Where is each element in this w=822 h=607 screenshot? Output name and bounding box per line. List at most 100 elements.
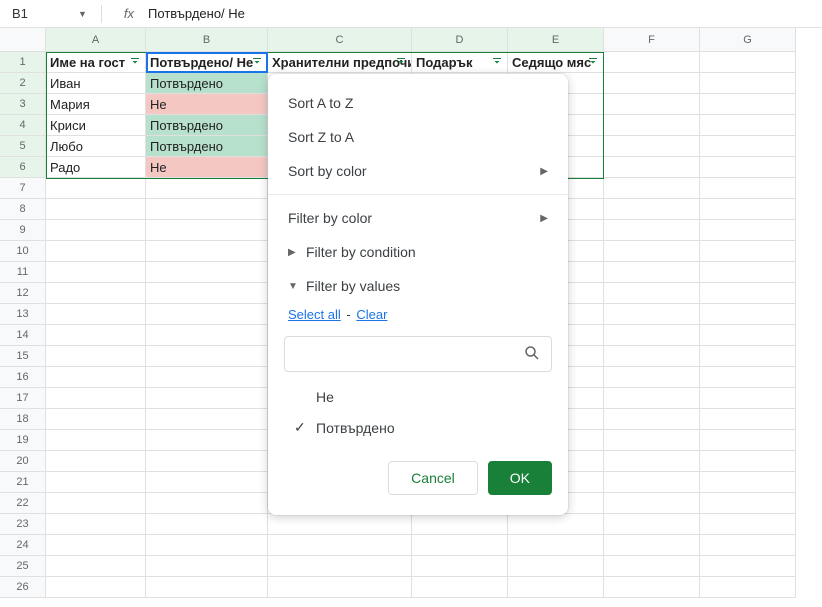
cell-F21[interactable] [604, 472, 700, 493]
cell-G21[interactable] [700, 472, 796, 493]
cell-F24[interactable] [604, 535, 700, 556]
row-header-8[interactable]: 8 [0, 199, 46, 220]
cell-B12[interactable] [146, 283, 268, 304]
cell-B19[interactable] [146, 430, 268, 451]
cell-F11[interactable] [604, 262, 700, 283]
cell-F17[interactable] [604, 388, 700, 409]
cell-B13[interactable] [146, 304, 268, 325]
filter-icon[interactable] [127, 54, 143, 70]
cell-B18[interactable] [146, 409, 268, 430]
cell-G10[interactable] [700, 241, 796, 262]
cell-A18[interactable] [46, 409, 146, 430]
cell-G6[interactable] [700, 157, 796, 178]
cell-B24[interactable] [146, 535, 268, 556]
cell-A25[interactable] [46, 556, 146, 577]
row-header-15[interactable]: 15 [0, 346, 46, 367]
row-header-23[interactable]: 23 [0, 514, 46, 535]
filter-by-color[interactable]: Filter by color ▶ [268, 201, 568, 235]
cell-B17[interactable] [146, 388, 268, 409]
cell-C1[interactable]: Хранителни предпочита [268, 52, 412, 73]
row-header-26[interactable]: 26 [0, 577, 46, 598]
name-box[interactable]: B1 [8, 4, 68, 23]
cell-A3[interactable]: Мария [46, 94, 146, 115]
filter-icon[interactable] [585, 54, 601, 70]
cell-G11[interactable] [700, 262, 796, 283]
name-box-dropdown-icon[interactable]: ▼ [78, 9, 87, 19]
cell-G9[interactable] [700, 220, 796, 241]
cancel-button[interactable]: Cancel [388, 461, 478, 495]
clear-link[interactable]: Clear [356, 307, 387, 322]
row-header-2[interactable]: 2 [0, 73, 46, 94]
row-header-21[interactable]: 21 [0, 472, 46, 493]
cell-A13[interactable] [46, 304, 146, 325]
sort-by-color[interactable]: Sort by color ▶ [268, 154, 568, 188]
row-header-1[interactable]: 1 [0, 52, 46, 73]
cell-G13[interactable] [700, 304, 796, 325]
cell-C24[interactable] [268, 535, 412, 556]
column-header-D[interactable]: D [412, 28, 508, 52]
filter-icon[interactable] [393, 54, 409, 70]
cell-A2[interactable]: Иван [46, 73, 146, 94]
cell-A22[interactable] [46, 493, 146, 514]
cell-F23[interactable] [604, 514, 700, 535]
cell-D23[interactable] [412, 514, 508, 535]
cell-A11[interactable] [46, 262, 146, 283]
cell-G2[interactable] [700, 73, 796, 94]
cell-B4[interactable]: Потвърдено [146, 115, 268, 136]
cell-F10[interactable] [604, 241, 700, 262]
cell-A23[interactable] [46, 514, 146, 535]
row-header-9[interactable]: 9 [0, 220, 46, 241]
cell-A26[interactable] [46, 577, 146, 598]
cell-F16[interactable] [604, 367, 700, 388]
cell-B2[interactable]: Потвърдено [146, 73, 268, 94]
filter-icon[interactable] [249, 54, 265, 70]
cell-F4[interactable] [604, 115, 700, 136]
row-header-14[interactable]: 14 [0, 325, 46, 346]
cell-F5[interactable] [604, 136, 700, 157]
cell-F1[interactable] [604, 52, 700, 73]
cell-B21[interactable] [146, 472, 268, 493]
filter-icon[interactable] [489, 54, 505, 70]
cell-G14[interactable] [700, 325, 796, 346]
cell-A6[interactable]: Радо [46, 157, 146, 178]
cell-B8[interactable] [146, 199, 268, 220]
select-all-link[interactable]: Select all [288, 307, 341, 322]
cell-B3[interactable]: Не [146, 94, 268, 115]
column-header-E[interactable]: E [508, 28, 604, 52]
row-header-18[interactable]: 18 [0, 409, 46, 430]
cell-F20[interactable] [604, 451, 700, 472]
sort-a-z[interactable]: Sort A to Z [268, 86, 568, 120]
cell-B6[interactable]: Не [146, 157, 268, 178]
cell-B15[interactable] [146, 346, 268, 367]
cell-F22[interactable] [604, 493, 700, 514]
cell-F26[interactable] [604, 577, 700, 598]
cell-D26[interactable] [412, 577, 508, 598]
cell-G22[interactable] [700, 493, 796, 514]
cell-G26[interactable] [700, 577, 796, 598]
cell-G5[interactable] [700, 136, 796, 157]
filter-value-item[interactable]: ✓Потвърдено [284, 412, 552, 443]
cell-A4[interactable]: Криси [46, 115, 146, 136]
cell-B7[interactable] [146, 178, 268, 199]
row-header-16[interactable]: 16 [0, 367, 46, 388]
cell-A8[interactable] [46, 199, 146, 220]
cell-A14[interactable] [46, 325, 146, 346]
cell-B9[interactable] [146, 220, 268, 241]
cell-A10[interactable] [46, 241, 146, 262]
cell-G1[interactable] [700, 52, 796, 73]
cell-A24[interactable] [46, 535, 146, 556]
cell-G4[interactable] [700, 115, 796, 136]
cell-B26[interactable] [146, 577, 268, 598]
row-header-5[interactable]: 5 [0, 136, 46, 157]
cell-B14[interactable] [146, 325, 268, 346]
cell-E24[interactable] [508, 535, 604, 556]
cell-F6[interactable] [604, 157, 700, 178]
cell-D1[interactable]: Подарък [412, 52, 508, 73]
cell-E23[interactable] [508, 514, 604, 535]
formula-input[interactable]: Потвърдено/ Не [144, 4, 814, 23]
row-header-4[interactable]: 4 [0, 115, 46, 136]
column-header-B[interactable]: B [146, 28, 268, 52]
cell-G12[interactable] [700, 283, 796, 304]
column-header-A[interactable]: A [46, 28, 146, 52]
column-header-C[interactable]: C [268, 28, 412, 52]
